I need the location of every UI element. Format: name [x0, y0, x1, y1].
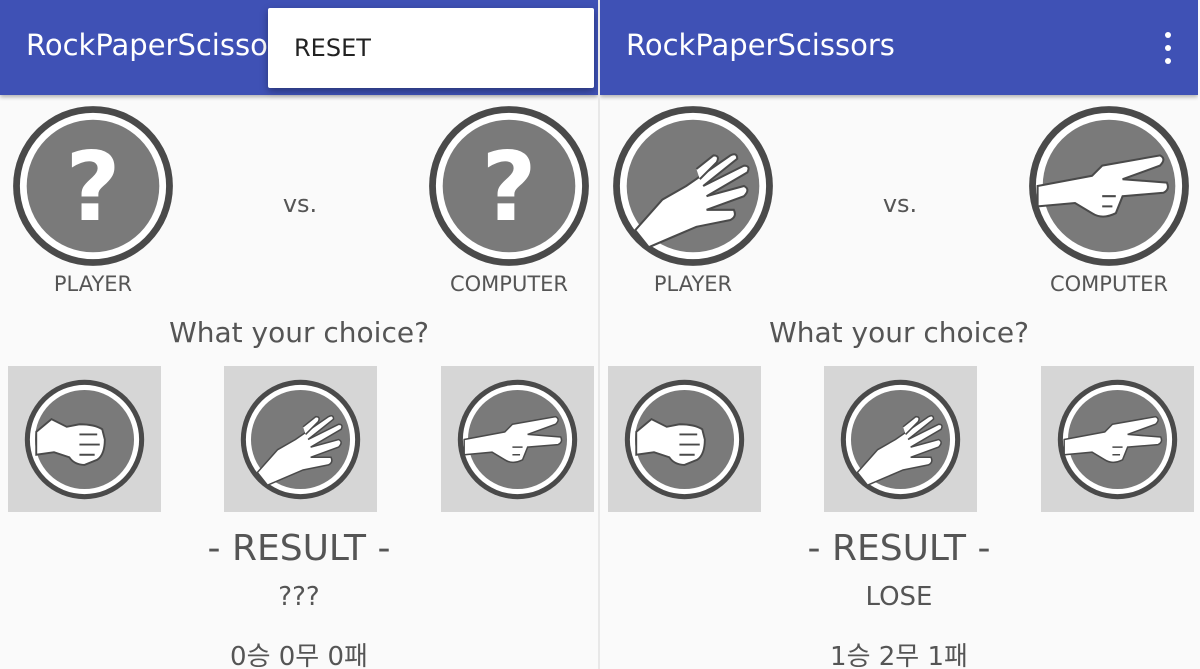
scissors-hand-icon: [1057, 379, 1178, 500]
result-value: ???: [278, 582, 320, 612]
reset-menu-item[interactable]: RESET: [294, 34, 371, 62]
player-label: PLAYER: [53, 272, 133, 296]
screen-initial: RockPaperScissors RESET PLAYER vs. COMPU…: [0, 0, 598, 669]
screen-result: RockPaperScissors PLAYER vs. COMPUTER Wh…: [600, 0, 1198, 669]
score-text: 0승 0무 0패: [230, 642, 368, 669]
app-title: RockPaperScissors: [26, 28, 295, 62]
vs-label: vs.: [282, 190, 318, 218]
rock-button[interactable]: [608, 366, 761, 512]
scissors-button[interactable]: [441, 366, 594, 512]
paper-hand-icon: [240, 379, 361, 500]
computer-label: COMPUTER: [449, 272, 569, 296]
rock-button[interactable]: [8, 366, 161, 512]
player-question-icon: [13, 106, 173, 266]
result-title: - RESULT -: [807, 528, 991, 569]
paper-button[interactable]: [224, 366, 377, 512]
computer-scissors-hand-icon: [1029, 106, 1189, 266]
choice-prompt: What your choice?: [169, 316, 429, 349]
paper-hand-icon: [840, 379, 961, 500]
choice-prompt: What your choice?: [769, 316, 1029, 349]
computer-label: COMPUTER: [1049, 272, 1169, 296]
scissors-button[interactable]: [1041, 366, 1194, 512]
vs-label: vs.: [882, 190, 918, 218]
computer-question-icon: [429, 106, 589, 266]
score-text: 1승 2무 1패: [830, 642, 968, 669]
rock-fist-icon: [24, 379, 145, 500]
player-label: PLAYER: [653, 272, 733, 296]
overflow-menu-popup: RESET: [268, 8, 594, 88]
result-title: - RESULT -: [207, 528, 391, 569]
player-paper-hand-icon: [613, 106, 773, 266]
more-vert-icon[interactable]: [1158, 30, 1178, 66]
app-title: RockPaperScissors: [626, 28, 895, 62]
app-bar: RockPaperScissors: [600, 0, 1198, 95]
scissors-hand-icon: [457, 379, 578, 500]
paper-button[interactable]: [824, 366, 977, 512]
result-value: LOSE: [865, 582, 933, 612]
rock-fist-icon: [624, 379, 745, 500]
